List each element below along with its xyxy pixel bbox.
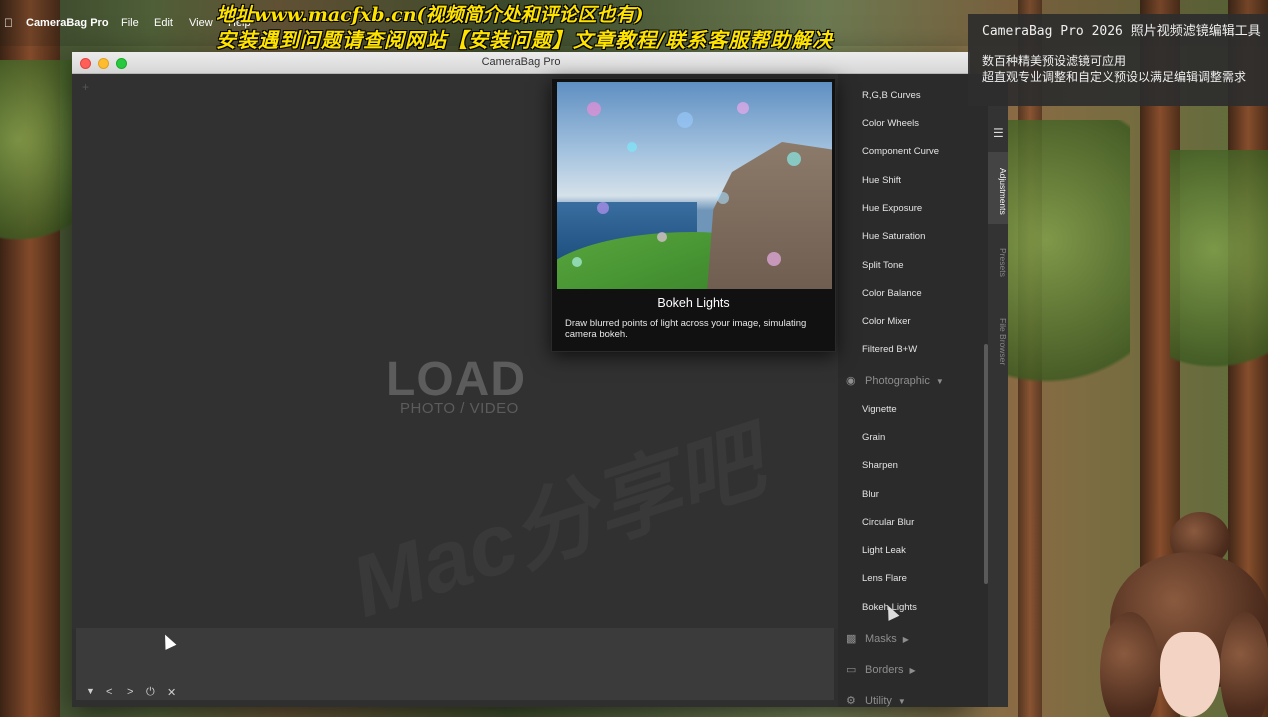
info-line: 数百种精美预设滤镜可应用 — [982, 54, 1127, 68]
watermark: Mac分享吧 — [333, 391, 776, 641]
list-item[interactable]: Color Balance — [862, 288, 922, 299]
tool-icon: ⚙ — [846, 695, 856, 707]
info-overlay: CameraBag Pro 2026 照片视频滤镜编辑工具 数百种精美预设滤镜可… — [968, 14, 1268, 106]
list-item[interactable]: Split Tone — [862, 260, 904, 271]
info-line: 超直观专业调整和自定义预设以满足编辑调整需求 — [982, 70, 1247, 84]
section-label: Masks — [865, 633, 897, 645]
list-item[interactable]: Light Leak — [862, 545, 906, 556]
filmstrip[interactable]: ▼ < > ⏻ ✕ — [76, 628, 834, 700]
section-label: Photographic — [865, 375, 930, 387]
overlay-caption-url: 地址www.macfxb.cn(视频简介处和评论区也有) — [216, 4, 644, 26]
list-item[interactable]: Circular Blur — [862, 517, 914, 528]
list-item[interactable]: Grain — [862, 432, 885, 443]
list-item[interactable]: Color Wheels — [862, 118, 919, 129]
list-item[interactable]: Filtered B+W — [862, 344, 917, 355]
menu-file[interactable]: File — [121, 17, 139, 29]
chevron-down-icon: ▼ — [897, 697, 906, 706]
section-masks[interactable]: ▩ Masks ▶ — [846, 632, 909, 645]
list-item[interactable]: Lens Flare — [862, 573, 907, 584]
section-label: Borders — [865, 664, 904, 676]
load-subtitle[interactable]: PHOTO / VIDEO — [400, 400, 519, 417]
load-title[interactable]: LOAD — [386, 352, 526, 407]
chevron-right-icon: ▶ — [909, 666, 916, 675]
list-item[interactable]: Hue Exposure — [862, 203, 922, 214]
info-title: CameraBag Pro 2026 照片视频滤镜编辑工具 — [982, 24, 1261, 39]
list-item[interactable]: Blur — [862, 489, 879, 500]
menu-icon[interactable]: ☰ — [993, 126, 1004, 140]
tab-presets[interactable]: Presets — [988, 236, 1008, 284]
chevron-right-icon: ▶ — [902, 635, 909, 644]
apple-menu-icon[interactable]:  — [4, 16, 13, 30]
frame-icon: ▭ — [846, 664, 857, 676]
tab-adjustments[interactable]: Adjustments — [988, 152, 1008, 224]
adjustments-list: R,G,B Curves Color Wheels Component Curv… — [838, 74, 988, 707]
power-icon[interactable]: ⏻ — [146, 686, 155, 699]
window-titlebar[interactable]: CameraBag Pro — [72, 52, 970, 74]
bokeh-preview-image — [557, 82, 832, 289]
chevron-down-icon: ▼ — [935, 377, 944, 386]
list-item[interactable]: Color Mixer — [862, 316, 911, 327]
close-icon[interactable]: ✕ — [167, 686, 176, 699]
tooltip-title: Bokeh Lights — [657, 296, 730, 310]
section-utility[interactable]: ⚙ Utility ▼ — [846, 694, 906, 707]
menu-view[interactable]: View — [189, 17, 213, 29]
menu-app-name[interactable]: CameraBag Pro — [26, 17, 109, 29]
next-icon[interactable]: > — [127, 686, 133, 698]
add-icon[interactable]: + — [82, 80, 89, 94]
side-tabs: ☰ Adjustments Presets File Browser — [988, 74, 1008, 707]
previous-icon[interactable]: < — [106, 686, 112, 698]
filter-preview-tooltip: Bokeh Lights Draw blurred points of ligh… — [551, 78, 836, 352]
collapse-filmstrip-icon[interactable]: ▼ — [86, 686, 95, 696]
section-borders[interactable]: ▭ Borders ▶ — [846, 663, 916, 676]
list-item[interactable]: Sharpen — [862, 460, 898, 471]
section-label: Utility — [865, 695, 892, 707]
vtuber-avatar — [1100, 512, 1268, 717]
window-title: CameraBag Pro — [481, 56, 561, 68]
list-item[interactable]: Vignette — [862, 404, 897, 415]
list-item[interactable]: Hue Shift — [862, 175, 901, 186]
checker-icon: ▩ — [846, 633, 857, 645]
list-item[interactable]: Component Curve — [862, 146, 939, 157]
tab-file-browser[interactable]: File Browser — [988, 300, 1008, 380]
tooltip-description: Draw blurred points of light across your… — [565, 318, 807, 340]
list-item[interactable]: Hue Saturation — [862, 231, 925, 242]
camera-icon: ◉ — [846, 375, 856, 387]
overlay-caption-help: 安装遇到问题请查阅网站【安装问题】文章教程/联系客服帮助解决 — [216, 28, 834, 52]
list-item[interactable]: R,G,B Curves — [862, 90, 921, 101]
menu-edit[interactable]: Edit — [154, 17, 173, 29]
section-photographic[interactable]: ◉ Photographic ▼ — [846, 374, 944, 387]
